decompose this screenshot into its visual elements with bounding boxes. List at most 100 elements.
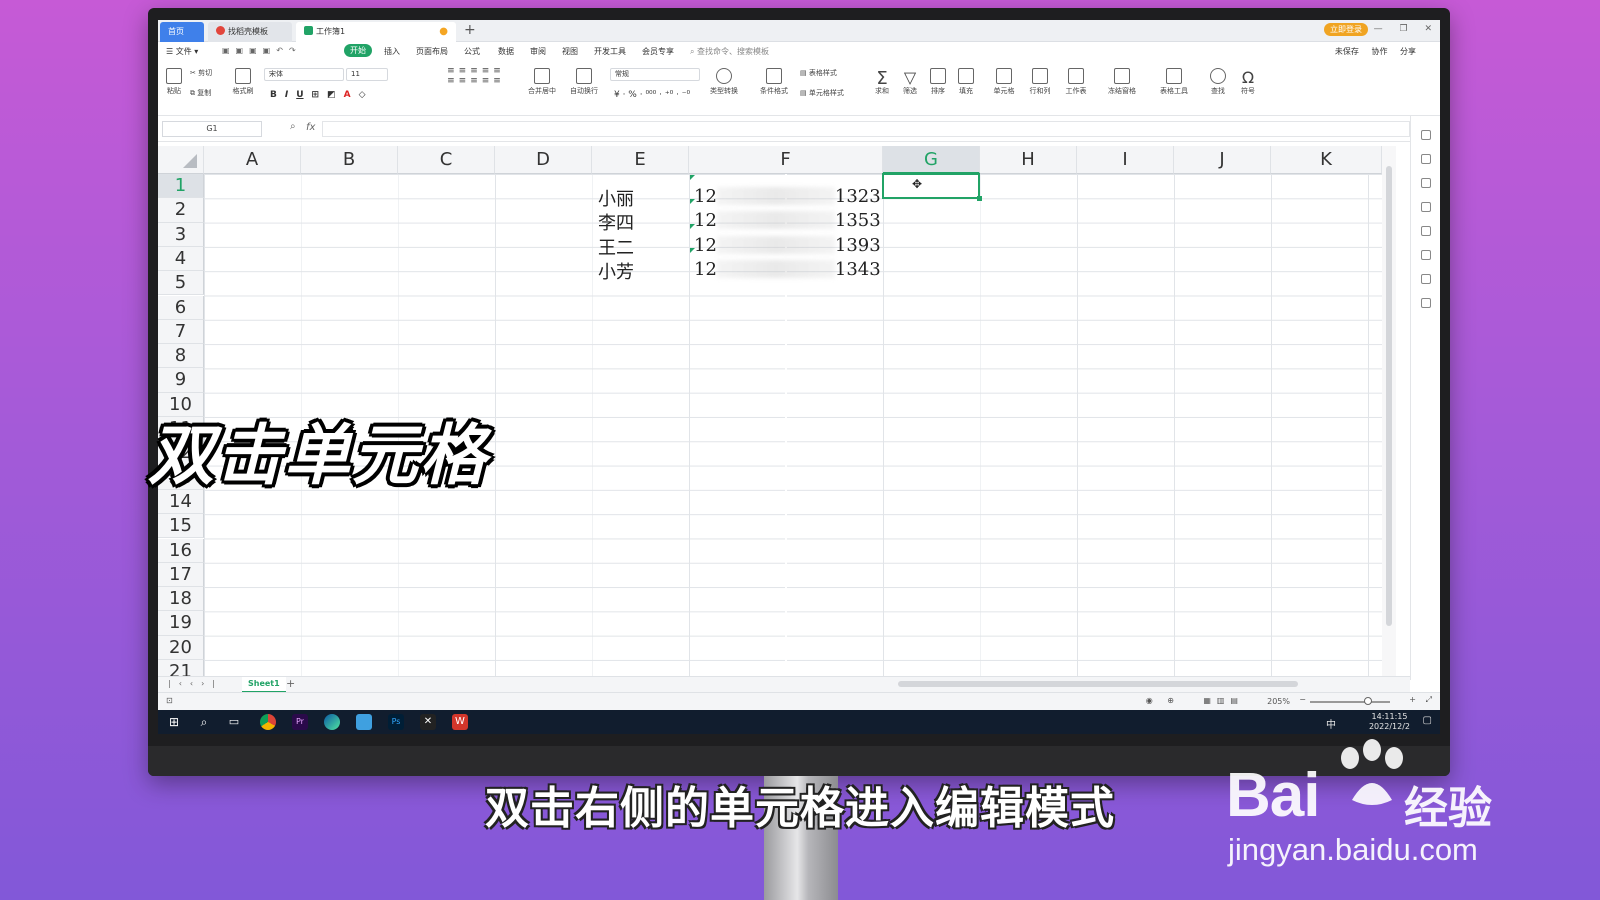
search-icon[interactable]: ⌕: [196, 714, 212, 730]
menu-home[interactable]: 开始: [344, 44, 372, 57]
row-header-18[interactable]: 18: [158, 587, 204, 612]
italic-icon[interactable]: I: [285, 90, 288, 100]
column-header-g[interactable]: G: [883, 146, 980, 174]
premiere-icon[interactable]: Pr: [292, 714, 308, 730]
shape-icon[interactable]: [1420, 202, 1431, 212]
column-header-e[interactable]: E: [592, 146, 689, 174]
select-all-corner[interactable]: [158, 146, 204, 174]
zoom-slider-knob[interactable]: [1364, 697, 1372, 705]
column-header-d[interactable]: D: [495, 146, 592, 174]
wps-icon[interactable]: W: [452, 714, 468, 730]
quick-access-icons[interactable]: ▣▣▣▣↶↷: [222, 46, 302, 55]
worksheet-button[interactable]: 工作表: [1060, 68, 1092, 96]
cell-button[interactable]: 单元格: [988, 68, 1020, 96]
new-tab-button[interactable]: +: [464, 22, 476, 38]
zoom-out-icon[interactable]: −: [1299, 695, 1306, 704]
font-name-select[interactable]: 宋体: [264, 68, 344, 81]
close-icon[interactable]: ✕: [1424, 24, 1432, 34]
cell-f2[interactable]: 12 1353: [694, 210, 881, 231]
column-header-c[interactable]: C: [398, 146, 495, 174]
bold-icon[interactable]: B: [270, 90, 277, 100]
find-button[interactable]: 查找: [1204, 68, 1232, 96]
vertical-scroll-thumb[interactable]: [1386, 166, 1392, 626]
row-header-7[interactable]: 7: [158, 319, 204, 345]
row-header-9[interactable]: 9: [158, 368, 204, 393]
table-style-button[interactable]: ▤ 表格样式: [800, 68, 856, 78]
menu-formula[interactable]: 公式: [464, 46, 480, 57]
cell-e3[interactable]: 王二: [598, 234, 634, 260]
system-clock[interactable]: 14:11:15 2022/12/2: [1369, 712, 1410, 732]
column-header-i[interactable]: I: [1077, 146, 1174, 174]
help-icon[interactable]: [1420, 226, 1431, 236]
unsaved-button[interactable]: 未保存: [1335, 47, 1359, 56]
command-search[interactable]: ⌕ 查找命令、搜索模板: [690, 46, 769, 57]
cell-f3[interactable]: 12 1393: [694, 235, 881, 256]
vertical-scrollbar[interactable]: [1382, 146, 1396, 676]
minimize-icon[interactable]: —: [1374, 24, 1383, 34]
macro-icon[interactable]: ⊡: [166, 696, 173, 705]
column-header-a[interactable]: A: [204, 146, 301, 174]
active-cell-g1[interactable]: [882, 173, 982, 201]
column-header-k[interactable]: K: [1271, 146, 1382, 174]
collaborate-button[interactable]: 协作: [1371, 47, 1387, 56]
eye-protect-icon[interactable]: ◉ ⊕: [1146, 696, 1180, 705]
menu-page-layout[interactable]: 页面布局: [416, 46, 448, 57]
capcut-icon[interactable]: ✕: [420, 714, 436, 730]
app-icon[interactable]: [356, 714, 372, 730]
backup-icon[interactable]: [1420, 250, 1431, 260]
row-header-6[interactable]: 6: [158, 295, 204, 320]
row-header-1[interactable]: 1: [158, 174, 204, 199]
row-header-3[interactable]: 3: [158, 222, 204, 247]
row-header-5[interactable]: 5: [158, 271, 204, 296]
fill-color-icon[interactable]: ◩: [327, 90, 336, 100]
share-button[interactable]: 分享: [1400, 47, 1416, 56]
column-header-j[interactable]: J: [1174, 146, 1271, 174]
table-tools-button[interactable]: 表格工具: [1154, 68, 1194, 96]
tab-home[interactable]: 首页: [160, 22, 204, 42]
photoshop-icon[interactable]: Ps: [388, 714, 404, 730]
row-header-21[interactable]: 21: [158, 660, 204, 676]
format-painter-button[interactable]: 格式刷: [230, 68, 256, 96]
zoom-slider[interactable]: [1310, 701, 1390, 703]
horizontal-scrollbar[interactable]: [898, 681, 1298, 687]
cut-button[interactable]: ✂ 剪切: [190, 68, 224, 78]
menu-insert[interactable]: 插入: [384, 46, 400, 57]
fill-button[interactable]: 填充: [954, 68, 978, 96]
column-header-f[interactable]: F: [689, 146, 883, 174]
fullscreen-icon[interactable]: ⤢: [1426, 695, 1432, 705]
cell-f4[interactable]: 12 1343: [694, 259, 881, 280]
windows-start-icon[interactable]: ⊞: [166, 714, 182, 730]
tab-template[interactable]: 找稻壳模板: [208, 22, 292, 42]
border-icon[interactable]: ⊞: [312, 90, 320, 100]
view-mode-icons[interactable]: ▦▥▤: [1203, 696, 1244, 705]
cell-e2[interactable]: 李四: [598, 209, 634, 235]
style-icon[interactable]: [1420, 130, 1431, 140]
number-format-row[interactable]: ¥ · % · ⁰⁰⁰ · ⁺⁰ · ⁻⁰: [614, 90, 690, 100]
menu-file[interactable]: ☰ 文件 ▾: [166, 46, 198, 57]
zoom-in-icon[interactable]: +: [1409, 695, 1416, 704]
sheet-tab-sheet1[interactable]: Sheet1: [242, 677, 286, 693]
font-size-select[interactable]: 11: [346, 68, 388, 81]
filter-button[interactable]: ▽ 筛选: [898, 68, 922, 96]
add-sheet-button[interactable]: +: [286, 677, 295, 690]
row-header-4[interactable]: 4: [158, 246, 204, 272]
sheet-nav-arrows-icon[interactable]: |‹‹›|: [168, 679, 223, 688]
freeze-panes-button[interactable]: 冻结窗格: [1102, 68, 1142, 96]
task-view-icon[interactable]: ▭: [226, 714, 242, 730]
number-format-select[interactable]: 常规: [610, 68, 700, 81]
formula-input[interactable]: [322, 121, 1410, 137]
wrap-text-button[interactable]: 自动换行: [564, 68, 604, 96]
sum-button[interactable]: Σ 求和: [870, 68, 894, 96]
type-convert-button[interactable]: 类型转换: [704, 68, 744, 96]
row-header-17[interactable]: 17: [158, 562, 204, 588]
fx-icon[interactable]: fx: [306, 122, 315, 133]
menu-data[interactable]: 数据: [498, 46, 514, 57]
row-col-button[interactable]: 行和列: [1024, 68, 1056, 96]
menu-member[interactable]: 会员专享: [642, 46, 674, 57]
select-icon[interactable]: [1420, 154, 1431, 164]
name-box[interactable]: G1: [162, 121, 262, 137]
conditional-format-button[interactable]: 条件格式: [754, 68, 794, 96]
column-header-b[interactable]: B: [301, 146, 398, 174]
row-header-19[interactable]: 19: [158, 611, 204, 636]
location-icon[interactable]: [1420, 274, 1431, 284]
